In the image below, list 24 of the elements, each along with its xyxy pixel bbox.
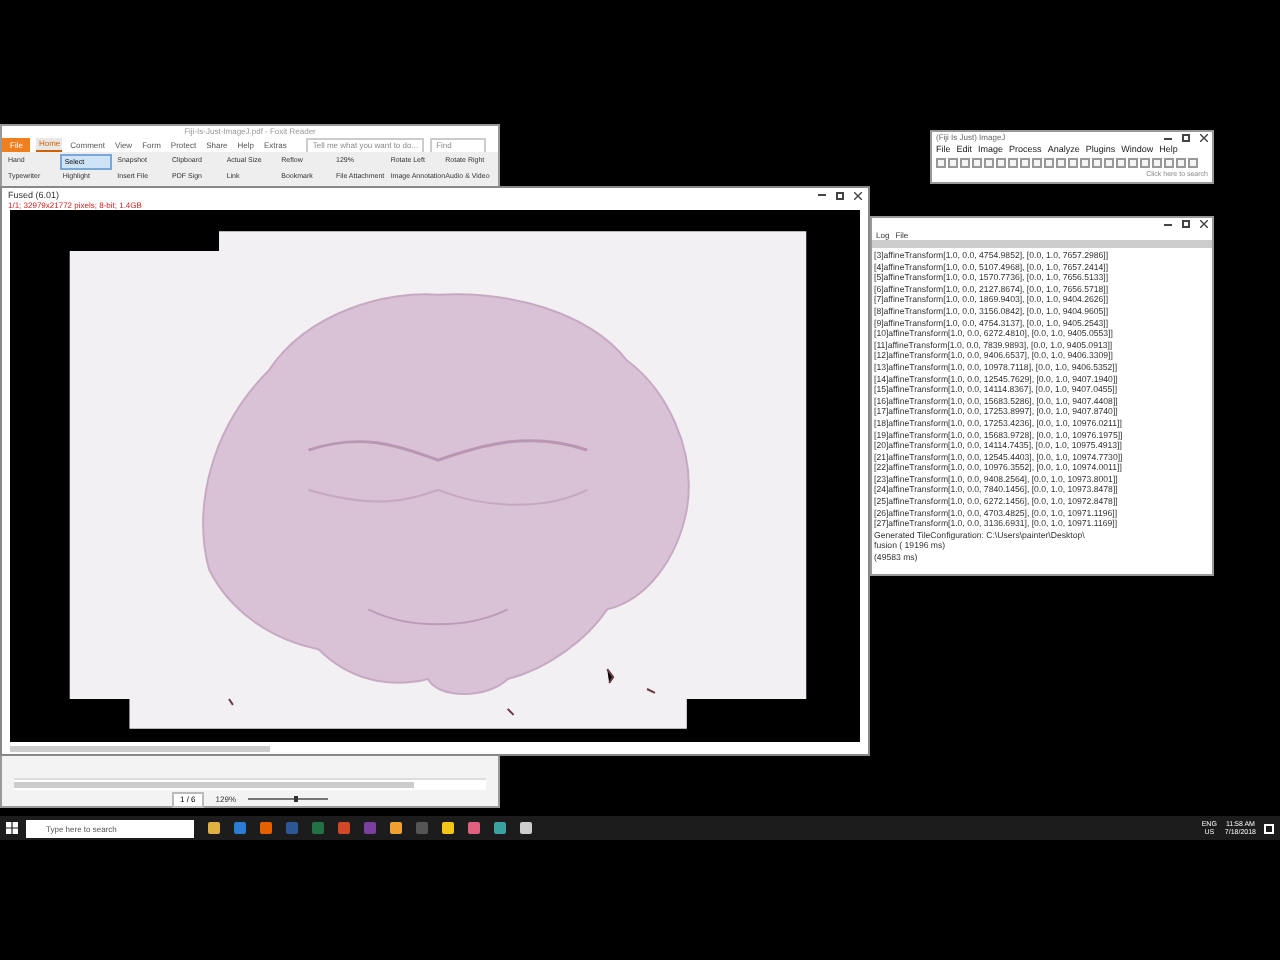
taskbar-app-icon[interactable] — [208, 822, 220, 834]
slider-thumb[interactable] — [293, 796, 298, 802]
taskbar-app-icon[interactable] — [234, 822, 246, 834]
taskbar-app-icon[interactable] — [312, 822, 324, 834]
maximize-icon[interactable] — [1182, 134, 1190, 142]
taskbar-app-icon[interactable] — [468, 822, 480, 834]
maximize-icon[interactable] — [1182, 220, 1190, 228]
taskbar-app-icon[interactable] — [520, 822, 532, 834]
taskbar-app-icon[interactable] — [442, 822, 454, 834]
taskbar-app-icon[interactable] — [338, 822, 350, 834]
taskbar-app-icon[interactable] — [390, 822, 402, 834]
zoom-slider[interactable] — [248, 796, 329, 802]
windows-start-icon[interactable] — [6, 822, 18, 834]
taskbar-app-icon[interactable] — [260, 822, 272, 834]
close-icon[interactable] — [1200, 134, 1208, 142]
close-icon[interactable] — [854, 191, 862, 199]
scrollbar[interactable] — [10, 745, 270, 751]
minimize-icon[interactable] — [1164, 223, 1172, 225]
maximize-icon[interactable] — [836, 191, 844, 199]
minimize-icon[interactable] — [1164, 137, 1172, 139]
close-icon[interactable] — [1200, 220, 1208, 228]
scrollbar[interactable] — [14, 782, 414, 788]
taskbar-app-icon[interactable] — [494, 822, 506, 834]
notification-icon[interactable] — [1264, 823, 1274, 833]
